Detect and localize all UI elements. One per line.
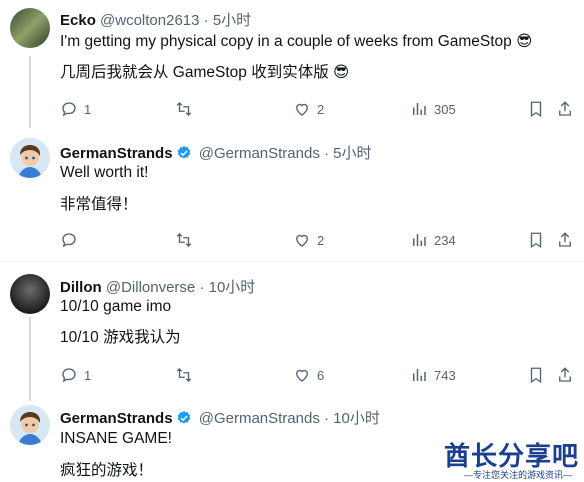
author-name[interactable]: Ecko: [60, 12, 96, 29]
avatar[interactable]: [10, 8, 50, 48]
like-count: 6: [317, 367, 325, 383]
tweet-text: Well worth it!: [60, 164, 149, 181]
like-count: 2: [317, 101, 325, 117]
verified-badge-icon: [177, 411, 190, 424]
avatar[interactable]: [10, 405, 50, 445]
like-button[interactable]: 2: [293, 99, 324, 119]
share-button[interactable]: [556, 99, 574, 119]
retweet-button[interactable]: [175, 230, 193, 250]
views-button[interactable]: 305: [410, 99, 456, 119]
author-name[interactable]: GermanStrands: [60, 410, 173, 427]
tweet-text: I'm getting my physical copy in a couple…: [60, 33, 533, 50]
analytics-icon: [413, 103, 426, 115]
bookmark-icon: [530, 101, 542, 118]
reply-button[interactable]: 1: [60, 365, 91, 385]
views-button[interactable]: 743: [410, 365, 456, 385]
tweet-text: 10/10 game imo: [60, 298, 172, 315]
bookmark-button[interactable]: [527, 365, 545, 385]
reply-button[interactable]: 1: [60, 99, 91, 119]
analytics-icon: [413, 234, 426, 246]
analytics-icon: [413, 369, 426, 381]
author-handle[interactable]: @GermanStrands: [199, 145, 320, 162]
bookmark-button[interactable]: [527, 230, 545, 250]
retweet-button[interactable]: [175, 99, 193, 119]
heart-icon: [296, 369, 308, 382]
bookmark-button[interactable]: [527, 99, 545, 119]
tweet-2[interactable]: GermanStrands @GermanStrands · 5小时 Well …: [0, 128, 584, 260]
author-name[interactable]: GermanStrands: [60, 145, 173, 162]
views-button[interactable]: 234: [410, 230, 456, 250]
view-count: 234: [434, 232, 456, 248]
like-button[interactable]: 2: [293, 230, 324, 250]
like-button[interactable]: 6: [293, 365, 324, 385]
author-handle[interactable]: @Dillonverse: [106, 279, 195, 296]
tweet-translation: 几周后我就会从 GameStop 收到实体版 😎: [60, 64, 350, 81]
timestamp[interactable]: 5小时: [213, 12, 251, 29]
share-icon: [559, 232, 571, 247]
reply-button[interactable]: [60, 230, 78, 250]
share-icon: [559, 101, 571, 116]
like-count: 2: [317, 232, 325, 248]
bookmark-icon: [530, 367, 542, 384]
bookmark-icon: [530, 232, 542, 249]
reply-icon: [62, 102, 76, 117]
tweet-translation: 10/10 游戏我认为: [60, 329, 181, 346]
author-handle[interactable]: @GermanStrands: [199, 410, 320, 427]
watermark: 酋长分享吧 —专注您关注的游戏资讯—: [420, 436, 584, 482]
tweet-translation: 疯狂的游戏！: [60, 462, 154, 479]
reply-count: 1: [84, 367, 92, 383]
view-count: 305: [434, 101, 456, 117]
reply-count: 1: [84, 101, 92, 117]
cartoon-avatar: [10, 138, 50, 178]
timestamp[interactable]: 10小时: [333, 410, 380, 427]
retweet-icon: [176, 102, 192, 116]
heart-icon: [296, 103, 308, 116]
tweet-translation: 非常值得！: [60, 196, 138, 213]
share-button[interactable]: [556, 365, 574, 385]
author-handle[interactable]: @wcolton2613: [100, 12, 199, 29]
share-button[interactable]: [556, 230, 574, 250]
tweet-1[interactable]: Ecko @wcolton2613 · 5小时 I'm getting my p…: [0, 0, 584, 128]
retweet-icon: [176, 368, 192, 382]
view-count: 743: [434, 367, 456, 383]
timestamp[interactable]: 5小时: [333, 145, 371, 162]
avatar[interactable]: [10, 274, 50, 314]
cartoon-avatar: [10, 405, 50, 445]
tweet-3[interactable]: Dillon @Dillonverse · 10小时 10/10 game im…: [0, 262, 584, 402]
verified-badge-icon: [177, 146, 190, 159]
tweet-text: INSANE GAME!: [60, 430, 172, 447]
reply-icon: [62, 368, 76, 383]
share-icon: [559, 367, 571, 382]
retweet-icon: [176, 233, 192, 247]
author-name[interactable]: Dillon: [60, 279, 102, 296]
timestamp[interactable]: 10小时: [209, 279, 256, 296]
reply-icon: [62, 233, 76, 248]
retweet-button[interactable]: [175, 365, 193, 385]
heart-icon: [296, 234, 308, 247]
avatar[interactable]: [10, 138, 50, 178]
watermark-subtitle: —专注您关注的游戏资讯—: [464, 470, 573, 480]
